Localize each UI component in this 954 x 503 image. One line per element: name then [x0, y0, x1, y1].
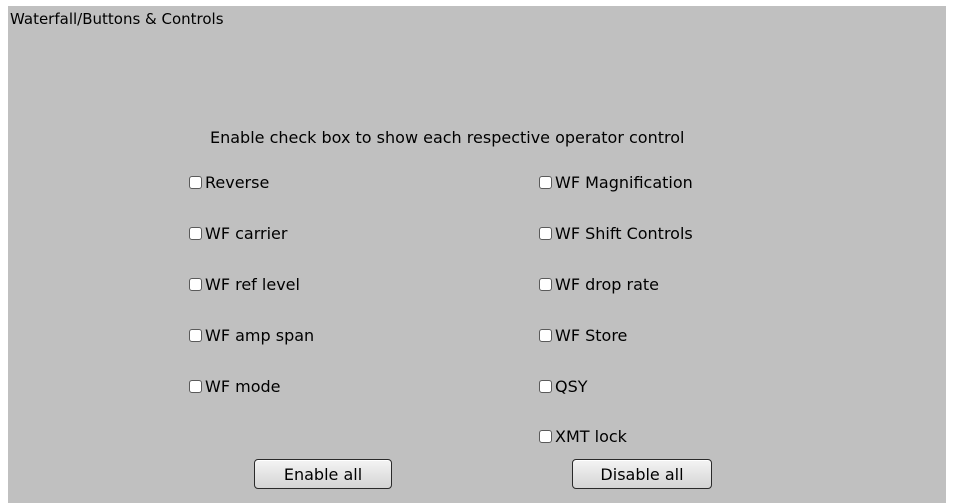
- checkbox-box[interactable]: [539, 278, 552, 291]
- wf-carrier-checkbox[interactable]: WF carrier: [189, 224, 287, 243]
- qsy-checkbox[interactable]: QSY: [539, 377, 588, 396]
- enable-all-button[interactable]: Enable all: [254, 459, 392, 489]
- checkbox-label: WF amp span: [205, 326, 315, 345]
- checkbox-box[interactable]: [189, 278, 202, 291]
- xmt-lock-checkbox[interactable]: XMT lock: [539, 427, 627, 446]
- reverse-checkbox[interactable]: Reverse: [189, 173, 269, 192]
- checkbox-box[interactable]: [189, 176, 202, 189]
- checkbox-box[interactable]: [539, 329, 552, 342]
- checkbox-box[interactable]: [189, 380, 202, 393]
- wf-magnification-checkbox[interactable]: WF Magnification: [539, 173, 693, 192]
- checkbox-label: XMT lock: [555, 427, 627, 446]
- checkbox-box[interactable]: [539, 176, 552, 189]
- checkbox-label: WF mode: [205, 377, 281, 396]
- checkbox-label: WF drop rate: [555, 275, 660, 294]
- waterfall-controls-panel: Waterfall/Buttons & Controls Enable chec…: [8, 6, 946, 503]
- wf-ref-level-checkbox[interactable]: WF ref level: [189, 275, 300, 294]
- checkbox-box[interactable]: [189, 329, 202, 342]
- disable-all-button[interactable]: Disable all: [572, 459, 712, 489]
- instructions-text: Enable check box to show each respective…: [210, 128, 685, 147]
- checkbox-label: WF Magnification: [555, 173, 693, 192]
- checkbox-label: WF ref level: [205, 275, 300, 294]
- wf-store-checkbox[interactable]: WF Store: [539, 326, 627, 345]
- checkbox-label: WF Store: [555, 326, 628, 345]
- wf-amp-span-checkbox[interactable]: WF amp span: [189, 326, 314, 345]
- checkbox-box[interactable]: [539, 380, 552, 393]
- checkbox-label: WF Shift Controls: [555, 224, 693, 243]
- checkbox-box[interactable]: [539, 227, 552, 240]
- checkbox-label: QSY: [555, 377, 588, 396]
- wf-shift-controls-checkbox[interactable]: WF Shift Controls: [539, 224, 693, 243]
- checkbox-label: WF carrier: [205, 224, 288, 243]
- wf-drop-rate-checkbox[interactable]: WF drop rate: [539, 275, 659, 294]
- checkbox-box[interactable]: [189, 227, 202, 240]
- checkbox-label: Reverse: [205, 173, 270, 192]
- panel-title: Waterfall/Buttons & Controls: [10, 10, 224, 28]
- checkbox-box[interactable]: [539, 430, 552, 443]
- wf-mode-checkbox[interactable]: WF mode: [189, 377, 280, 396]
